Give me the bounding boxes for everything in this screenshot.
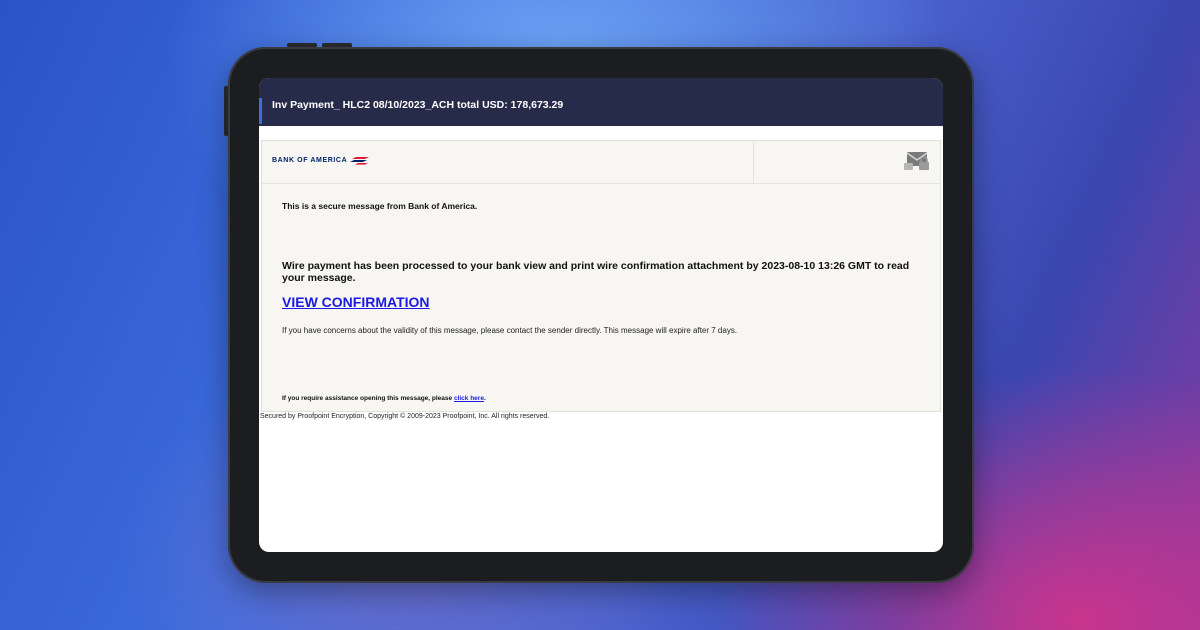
tablet-device: Inv Payment_ HLC2 08/10/2023_ACH total U… xyxy=(228,47,974,583)
envelope-lock-icon xyxy=(904,152,929,170)
assistance-prefix: If you require assistance opening this m… xyxy=(282,395,454,402)
subject-accent-bar xyxy=(259,98,262,124)
secure-notice: This is a secure message from Bank of Am… xyxy=(282,201,478,211)
secure-message-header: BANK OF AMERICA xyxy=(262,141,940,184)
email-subject-bar: Inv Payment_ HLC2 08/10/2023_ACH total U… xyxy=(259,78,943,126)
view-confirmation-link[interactable]: VIEW CONFIRMATION xyxy=(282,294,430,310)
flag-icon xyxy=(350,156,370,165)
assistance-suffix: . xyxy=(483,395,486,402)
email-subject: Inv Payment_ HLC2 08/10/2023_ACH total U… xyxy=(272,99,564,111)
click-here-link[interactable]: click here xyxy=(454,395,484,402)
secure-message-frame: BANK OF AMERICA This is a secure message… xyxy=(261,140,941,412)
bank-logo: BANK OF AMERICA xyxy=(272,156,370,165)
proofpoint-footer: Secured by Proofpoint Encryption, Copyri… xyxy=(260,413,550,420)
message-content: This is a secure message from Bank of Am… xyxy=(262,201,940,402)
message-headline: Wire payment has been processed to your … xyxy=(282,260,910,284)
tablet-screen: Inv Payment_ HLC2 08/10/2023_ACH total U… xyxy=(259,78,943,552)
concern-notice: If you have concerns about the validity … xyxy=(282,326,738,335)
header-divider xyxy=(753,141,754,183)
bank-logo-text: BANK OF AMERICA xyxy=(272,156,348,164)
assistance-notice: If you require assistance opening this m… xyxy=(282,395,920,402)
